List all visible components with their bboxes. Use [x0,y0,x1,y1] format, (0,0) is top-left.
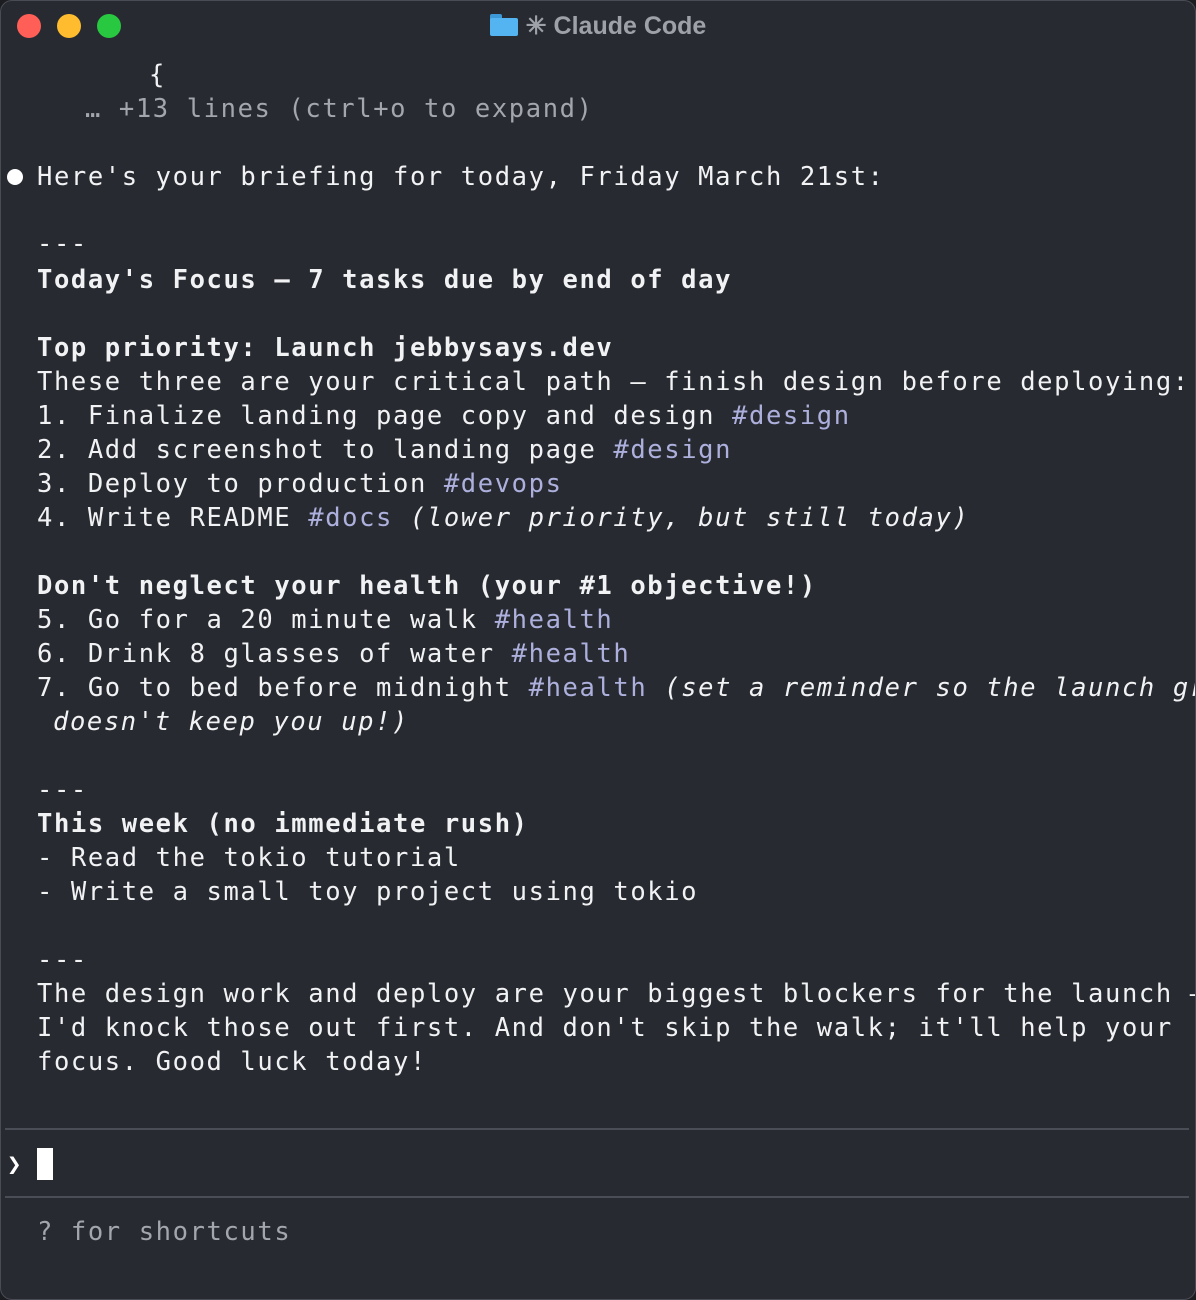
terminal-window: ✳ Claude Code { … +13 lines (ctrl+o to e… [0,0,1196,1300]
expand-hint[interactable]: … +13 lines (ctrl+o to expand) [85,92,594,126]
tag-label: #health [511,639,631,669]
prompt-chevron-icon: ❯ [7,1150,22,1178]
task-item: 1. Finalize landing page copy and design… [37,401,851,431]
task-item: 6. Drink 8 glasses of water #health [37,639,631,669]
priority-intro: These three are your critical path — fin… [37,367,1190,397]
folder-icon [489,14,518,36]
title-bar: ✳ Claude Code [1,1,1195,51]
horizontal-rule: --- [37,775,88,805]
window-title-text: ✳ Claude Code [525,12,707,40]
focus-heading: Today's Focus — 7 tasks due by end of da… [37,265,733,295]
task-note: (set a reminder so the launch grind [664,673,1195,703]
closing-line: focus. Good luck today! [37,1047,427,1077]
collapsed-brace: { [149,60,166,90]
task-item: 5. Go for a 20 minute walk #health [37,605,614,635]
text-cursor[interactable] [37,1148,53,1180]
priority-heading: Top priority: Launch jebbysays.dev [37,333,614,363]
task-item: 7. Go to bed before midnight #health (se… [37,671,1195,705]
task-item: 4. Write README #docs (lower priority, b… [37,503,970,533]
horizontal-rule: --- [37,229,88,259]
task-item: 3. Deploy to production #devops [37,469,563,499]
closing-line: The design work and deploy are your bigg… [37,979,1196,1009]
horizontal-rule: --- [37,945,88,975]
input-divider-bottom [5,1196,1189,1198]
health-heading: Don't neglect your health (your #1 objec… [37,571,817,601]
list-item: - Read the tokio tutorial [37,843,461,873]
task-note-continuation: doesn't keep you up!) [53,707,409,737]
window-title: ✳ Claude Code [1,11,1195,41]
input-divider-top [5,1128,1189,1130]
list-item: - Write a small toy project using tokio [37,877,699,907]
tag-label: #design [732,401,851,431]
closing-line: I'd knock those out first. And don't ski… [37,1013,1173,1043]
tag-label: #devops [443,469,563,499]
tag-label: #health [528,673,648,703]
response-intro: Here's your briefing for today, Friday M… [37,162,885,192]
task-note: (lower priority, but still today) [393,503,970,533]
response-bullet-icon [7,169,23,185]
task-item: 2. Add screenshot to landing page #desig… [37,435,733,465]
week-heading: This week (no immediate rush) [37,809,529,839]
tag-label: #design [613,435,733,465]
shortcuts-hint: ? for shortcuts [37,1217,292,1247]
tag-label: #docs [308,503,394,533]
tag-label: #health [494,605,614,635]
